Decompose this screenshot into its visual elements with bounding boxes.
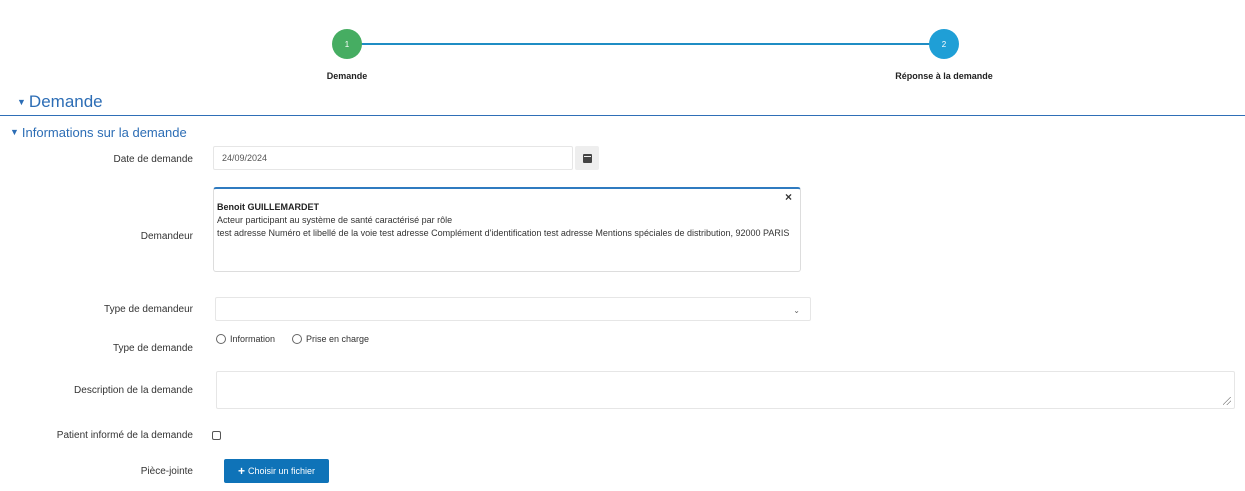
patient-informe-checkbox[interactable] (212, 431, 221, 440)
date-label: Date de demande (113, 154, 193, 165)
choose-file-label: Choisir un fichier (247, 466, 316, 476)
type-demandeur-label: Type de demandeur (104, 304, 193, 315)
step-1-circle[interactable]: 1 (332, 29, 362, 59)
section-divider (0, 115, 1245, 116)
plus-icon: + (237, 464, 245, 478)
radio-icon (216, 334, 226, 344)
step-2-number: 2 (941, 39, 947, 49)
resize-handle-icon[interactable] (1223, 397, 1231, 405)
subsection-header[interactable]: ▼ Informations sur la demande (10, 125, 187, 140)
description-label: Description de la demande (74, 385, 193, 396)
description-textarea[interactable] (216, 371, 1235, 409)
calendar-icon (582, 153, 592, 163)
date-input[interactable]: 24/09/2024 (213, 146, 573, 170)
type-demandeur-select[interactable]: ⌄ (215, 297, 811, 321)
demandeur-name: Benoit GUILLEMARDET (217, 202, 319, 212)
demandeur-label: Demandeur (140, 231, 193, 242)
demandeur-role: Acteur participant au système de santé c… (217, 215, 453, 225)
step-1-number: 1 (344, 39, 350, 49)
date-value: 24/09/2024 (222, 153, 268, 163)
close-icon[interactable]: × (785, 191, 792, 204)
patient-informe-label: Patient informé de la demande (56, 430, 193, 441)
caret-down-icon: ▼ (17, 97, 26, 107)
subsection-title: Informations sur la demande (21, 125, 187, 140)
radio-icon (292, 334, 302, 344)
caret-down-icon: ▼ (10, 127, 19, 137)
type-demande-label: Type de demande (112, 343, 193, 354)
stepper-line (347, 43, 943, 45)
demandeur-card: × Benoit GUILLEMARDET Acteur participant… (213, 187, 801, 272)
radio-information-label: Information (230, 334, 276, 344)
section-demande-header[interactable]: ▼ Demande (17, 92, 103, 112)
choose-file-button[interactable]: + Choisir un fichier (224, 459, 329, 483)
radio-information[interactable]: Information (216, 334, 275, 344)
demandeur-address: test adresse Numéro et libellé de la voi… (217, 228, 790, 238)
radio-prise-en-charge-label: Prise en charge (306, 334, 370, 344)
calendar-button[interactable] (575, 146, 599, 170)
step-1-label: Demande (326, 71, 368, 81)
chevron-down-icon: ⌄ (793, 306, 800, 315)
radio-prise-en-charge[interactable]: Prise en charge (292, 334, 369, 344)
step-2-label: Réponse à la demande (895, 71, 993, 81)
piece-jointe-label: Pièce-jointe (140, 466, 193, 477)
section-title: Demande (28, 92, 103, 111)
step-2-circle[interactable]: 2 (929, 29, 959, 59)
